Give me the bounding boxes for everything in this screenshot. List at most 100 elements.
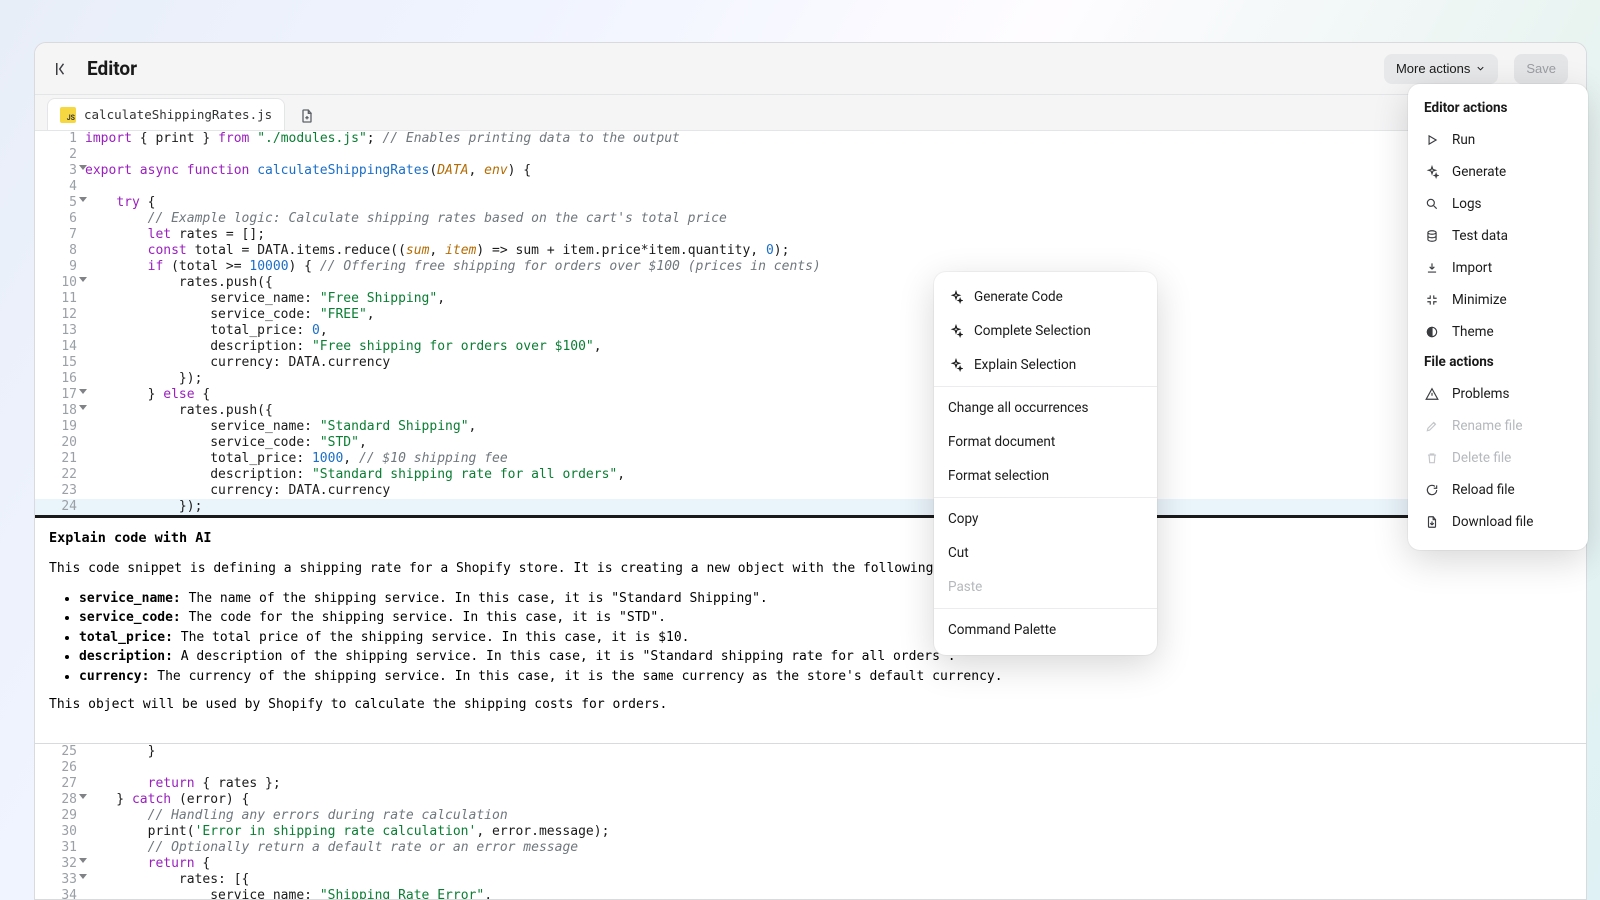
code-line[interactable]: 12 service_code: "FREE", [35, 307, 1586, 323]
code-line[interactable]: 1import { print } from "./modules.js"; /… [35, 131, 1586, 147]
context-menu-item[interactable]: Command Palette [934, 613, 1157, 647]
actions-item[interactable]: Logs [1408, 188, 1588, 220]
code-line[interactable]: 20 service_code: "STD", [35, 435, 1586, 451]
menu-label: Format document [948, 434, 1055, 450]
code-line[interactable]: 31 // Optionally return a default rate o… [35, 840, 1586, 856]
menu-label: Copy [948, 511, 978, 527]
menu-label: Change all occurrences [948, 400, 1088, 416]
code-line[interactable]: 30 print('Error in shipping rate calcula… [35, 824, 1586, 840]
menu-label: Cut [948, 545, 969, 561]
actions-label: Problems [1452, 386, 1510, 402]
theme-icon [1424, 324, 1440, 340]
explain-bullet: description: A description of the shippi… [79, 647, 1572, 667]
code-line[interactable]: 32 return { [35, 856, 1586, 872]
code-line[interactable]: 13 total_price: 0, [35, 323, 1586, 339]
more-actions-button[interactable]: More actions [1384, 54, 1498, 84]
sparkle-icon [1424, 164, 1440, 180]
tab-bar: JS calculateShippingRates.js [35, 95, 1586, 131]
actions-item[interactable]: Test data [1408, 220, 1588, 252]
explain-outro: This object will be used by Shopify to c… [49, 696, 1572, 715]
menu-label: Format selection [948, 468, 1049, 484]
actions-label: Rename file [1452, 418, 1523, 434]
context-menu-item[interactable]: Explain Selection [934, 348, 1157, 382]
menu-label: Generate Code [974, 289, 1063, 305]
sparkle-icon [948, 357, 964, 373]
section-title: Editor actions [1408, 94, 1588, 124]
code-line[interactable]: 26 [35, 760, 1586, 776]
code-line[interactable]: 8 const total = DATA.items.reduce((sum, … [35, 243, 1586, 259]
code-line[interactable]: 28 } catch (error) { [35, 792, 1586, 808]
actions-label: Generate [1452, 164, 1506, 180]
code-line[interactable]: 27 return { rates }; [35, 776, 1586, 792]
actions-item[interactable]: Reload file [1408, 474, 1588, 506]
explain-bullet: service_code: The code for the shipping … [79, 608, 1572, 628]
context-menu-item: Paste [934, 570, 1157, 604]
code-line[interactable]: 3export async function calculateShipping… [35, 163, 1586, 179]
actions-label: Run [1452, 132, 1475, 148]
code-line[interactable]: 5 try { [35, 195, 1586, 211]
file-tab[interactable]: JS calculateShippingRates.js [47, 98, 285, 130]
menu-label: Explain Selection [974, 357, 1076, 373]
actions-item[interactable]: Theme [1408, 316, 1588, 348]
new-file-icon[interactable] [293, 102, 321, 130]
explain-title: Explain code with AI [49, 530, 1572, 546]
code-line[interactable]: 18 rates.push({ [35, 403, 1586, 419]
actions-item[interactable]: Import [1408, 252, 1588, 284]
actions-item[interactable]: Run [1408, 124, 1588, 156]
code-line[interactable]: 17 } else { [35, 387, 1586, 403]
code-line[interactable]: 29 // Handling any errors during rate ca… [35, 808, 1586, 824]
actions-label: Download file [1452, 514, 1533, 530]
js-icon: JS [60, 107, 76, 123]
code-line[interactable]: 23 currency: DATA.currency [35, 483, 1586, 499]
explain-list: service_name: The name of the shipping s… [79, 589, 1572, 687]
code-editor-continued[interactable]: 25 }2627 return { rates };28 } catch (er… [35, 744, 1586, 900]
context-menu-item[interactable]: Change all occurrences [934, 391, 1157, 425]
actions-item[interactable]: Download file [1408, 506, 1588, 538]
code-line[interactable]: 10 rates.push({ [35, 275, 1586, 291]
actions-item[interactable]: Minimize [1408, 284, 1588, 316]
tab-filename: calculateShippingRates.js [84, 107, 272, 122]
code-line[interactable]: 19 service_name: "Standard Shipping", [35, 419, 1586, 435]
code-line[interactable]: 24 }); [35, 499, 1586, 515]
context-menu-item[interactable]: Generate Code [934, 280, 1157, 314]
explain-panel: Explain code with AI This code snippet i… [35, 515, 1586, 744]
context-menu-item[interactable]: Complete Selection [934, 314, 1157, 348]
code-line[interactable]: 15 currency: DATA.currency [35, 355, 1586, 371]
context-menu-item[interactable]: Cut [934, 536, 1157, 570]
code-line[interactable]: 25 } [35, 744, 1586, 760]
code-editor[interactable]: 1import { print } from "./modules.js"; /… [35, 131, 1586, 515]
db-icon [1424, 228, 1440, 244]
code-line[interactable]: 14 description: "Free shipping for order… [35, 339, 1586, 355]
explain-intro: This code snippet is defining a shipping… [49, 560, 1572, 579]
save-button[interactable]: Save [1514, 54, 1568, 84]
trash-icon [1424, 450, 1440, 466]
actions-item[interactable]: Generate [1408, 156, 1588, 188]
code-line[interactable]: 6 // Example logic: Calculate shipping r… [35, 211, 1586, 227]
explain-bullet: service_name: The name of the shipping s… [79, 589, 1572, 609]
minimize-icon [1424, 292, 1440, 308]
context-menu-item[interactable]: Format selection [934, 459, 1157, 493]
pencil-icon [1424, 418, 1440, 434]
code-line[interactable]: 9 if (total >= 10000) { // Offering free… [35, 259, 1586, 275]
sparkle-icon [948, 323, 964, 339]
code-line[interactable]: 2 [35, 147, 1586, 163]
warn-icon [1424, 386, 1440, 402]
actions-item: Delete file [1408, 442, 1588, 474]
actions-item: Rename file [1408, 410, 1588, 442]
sparkle-icon [948, 289, 964, 305]
actions-label: Reload file [1452, 482, 1515, 498]
code-line[interactable]: 16 }); [35, 371, 1586, 387]
back-icon[interactable] [53, 60, 71, 78]
code-line[interactable]: 4 [35, 179, 1586, 195]
actions-item[interactable]: Problems [1408, 378, 1588, 410]
code-line[interactable]: 21 total_price: 1000, // $10 shipping fe… [35, 451, 1586, 467]
code-line[interactable]: 11 service_name: "Free Shipping", [35, 291, 1586, 307]
reload-icon [1424, 482, 1440, 498]
code-line[interactable]: 33 rates: [{ [35, 872, 1586, 888]
code-line[interactable]: 7 let rates = []; [35, 227, 1586, 243]
context-menu-item[interactable]: Copy [934, 502, 1157, 536]
context-menu-item[interactable]: Format document [934, 425, 1157, 459]
code-line[interactable]: 34 service_name: "Shipping Rate Error", [35, 888, 1586, 900]
zoom-icon [1424, 196, 1440, 212]
code-line[interactable]: 22 description: "Standard shipping rate … [35, 467, 1586, 483]
